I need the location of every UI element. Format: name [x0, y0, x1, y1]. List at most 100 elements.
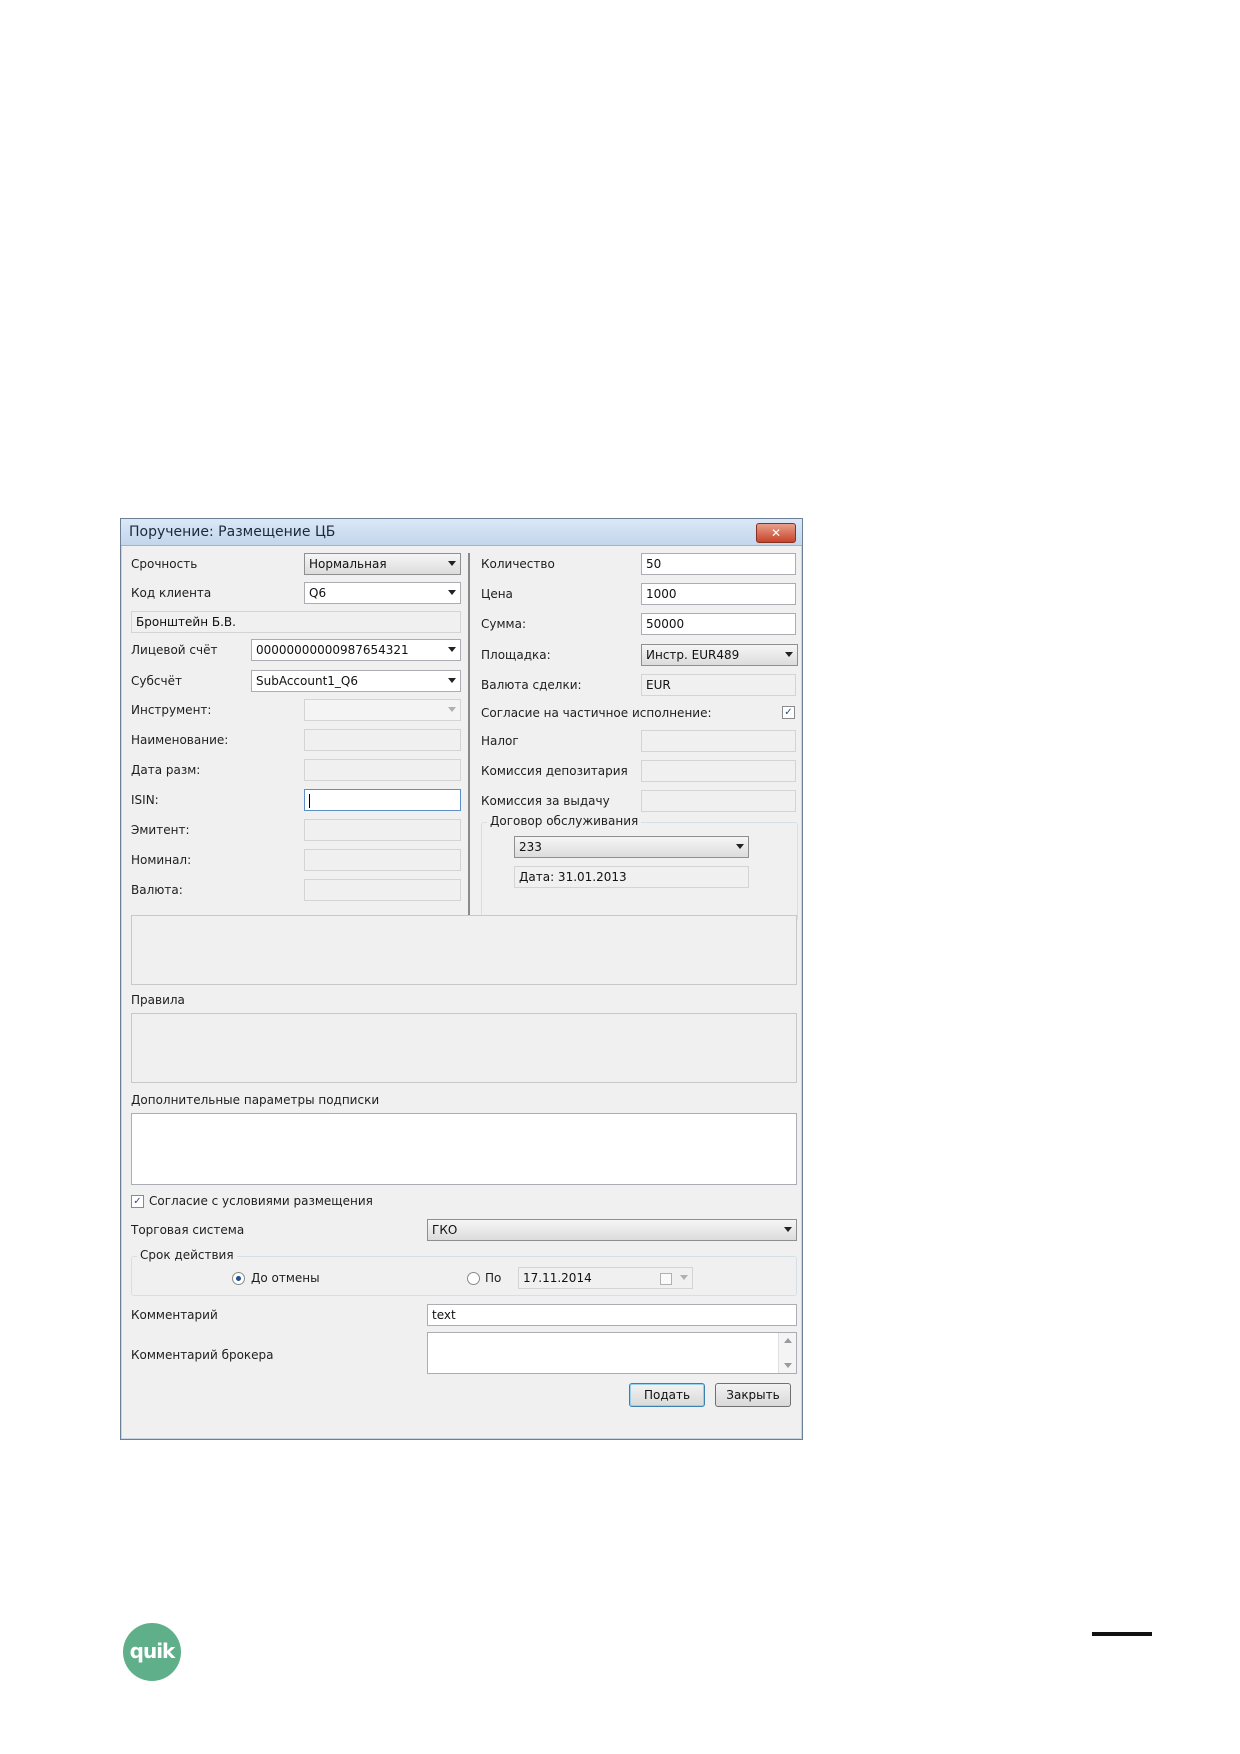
currency-label: Валюта: [131, 883, 183, 897]
contract-value: 233 [519, 840, 542, 854]
chevron-down-icon [785, 652, 793, 657]
rules-area [131, 1013, 797, 1083]
sum-label: Сумма: [481, 617, 526, 631]
client-name-field: Бронштейн Б.В. [131, 611, 461, 633]
chevron-down-icon [448, 678, 456, 683]
close-window-button[interactable]: ✕ [756, 523, 796, 543]
chevron-down-icon [736, 844, 744, 849]
venue-select[interactable]: Инстр. EUR489 [641, 644, 798, 666]
issue-fee-field [641, 790, 796, 812]
client-code-value: Q6 [309, 586, 327, 600]
until-cancel-label: До отмены [251, 1271, 320, 1285]
depository-fee-label: Комиссия депозитария [481, 764, 628, 778]
quantity-label: Количество [481, 557, 555, 571]
quantity-value: 50 [646, 557, 662, 571]
contract-group-title: Договор обслуживания [487, 814, 642, 828]
account-value: 00000000000987654321 [256, 643, 409, 657]
depository-fee-field [641, 760, 796, 782]
scroll-down-icon[interactable] [784, 1363, 792, 1368]
nominal-label: Номинал: [131, 853, 192, 867]
order-dialog: Поручение: Размещение ЦБ ✕ Срочность Нор… [120, 518, 803, 1440]
instrument-label: Инструмент: [131, 703, 212, 717]
until-cancel-radio[interactable] [232, 1272, 245, 1285]
subaccount-select[interactable]: SubAccount1_Q6 [251, 670, 461, 692]
chevron-down-icon [448, 561, 456, 566]
sum-input[interactable]: 50000 [641, 613, 796, 635]
text-cursor [309, 793, 310, 808]
calendar-icon [660, 1273, 672, 1285]
comment-value: text [432, 1308, 456, 1322]
subaccount-label: Субсчёт [131, 674, 182, 688]
venue-label: Площадка: [481, 648, 551, 662]
page-rule [1092, 1632, 1152, 1636]
scroll-up-icon[interactable] [784, 1338, 792, 1343]
placement-date-label: Дата разм: [131, 763, 201, 777]
urgency-value: Нормальная [309, 557, 387, 571]
client-code-label: Код клиента [131, 586, 212, 600]
chevron-down-icon [784, 1227, 792, 1232]
validity-group-title: Срок действия [137, 1248, 237, 1262]
tax-field [641, 730, 796, 752]
nominal-field [304, 849, 461, 871]
validity-groupbox [131, 1256, 797, 1296]
contract-date-value: Дата: 31.01.2013 [519, 870, 627, 884]
account-select[interactable]: 00000000000987654321 [251, 639, 461, 661]
comment-input[interactable]: text [427, 1304, 797, 1326]
quantity-input[interactable]: 50 [641, 553, 796, 575]
partial-execution-checkbox[interactable]: ✓ [782, 706, 795, 719]
urgency-select[interactable]: Нормальная [304, 553, 461, 575]
by-date-value: 17.11.2014 [523, 1271, 592, 1285]
check-icon: ✓ [133, 1196, 142, 1207]
contract-date-field: Дата: 31.01.2013 [514, 866, 749, 888]
urgency-label: Срочность [131, 557, 198, 571]
deal-currency-field: EUR [641, 674, 796, 696]
column-splitter[interactable] [468, 553, 470, 923]
price-value: 1000 [646, 587, 677, 601]
tax-label: Налог [481, 734, 519, 748]
placement-date-field [304, 759, 461, 781]
subaccount-value: SubAccount1_Q6 [256, 674, 359, 688]
comment-label: Комментарий [131, 1308, 218, 1322]
title-bar[interactable]: Поручение: Размещение ЦБ ✕ [121, 519, 802, 546]
submit-button[interactable]: Подать [629, 1383, 705, 1407]
chevron-down-icon [448, 707, 456, 712]
client-code-select[interactable]: Q6 [304, 582, 461, 604]
quik-logo: quik [123, 1623, 181, 1681]
venue-value: Инстр. EUR489 [646, 648, 740, 662]
instrument-select[interactable] [304, 699, 461, 721]
name-label: Наименование: [131, 733, 229, 747]
currency-field [304, 879, 461, 901]
info-area [131, 915, 797, 985]
extra-params-label: Дополнительные параметры подписки [131, 1093, 380, 1107]
vertical-scrollbar[interactable] [778, 1333, 796, 1373]
chevron-down-icon [680, 1275, 688, 1280]
isin-input[interactable] [304, 789, 461, 811]
by-date-picker[interactable]: 17.11.2014 [518, 1267, 693, 1289]
account-label: Лицевой счёт [131, 643, 218, 657]
price-input[interactable]: 1000 [641, 583, 796, 605]
chevron-down-icon [448, 590, 456, 595]
trading-system-value: ГКО [432, 1223, 458, 1237]
sum-value: 50000 [646, 617, 685, 631]
close-button[interactable]: Закрыть [715, 1383, 791, 1407]
check-icon: ✓ [784, 707, 793, 718]
agree-label: Согласие с условиями размещения [149, 1194, 373, 1208]
close-icon: ✕ [770, 526, 782, 540]
deal-currency-value: EUR [646, 678, 671, 692]
issuer-field [304, 819, 461, 841]
trading-system-select[interactable]: ГКО [427, 1219, 797, 1241]
name-field [304, 729, 461, 751]
broker-comment-area[interactable] [427, 1332, 797, 1374]
window-title: Поручение: Размещение ЦБ [129, 524, 336, 540]
by-date-radio[interactable] [467, 1272, 480, 1285]
contract-select[interactable]: 233 [514, 836, 749, 858]
deal-currency-label: Валюта сделки: [481, 678, 582, 692]
broker-comment-label: Комментарий брокера [131, 1348, 274, 1362]
trading-system-label: Торговая система [131, 1223, 245, 1237]
isin-label: ISIN: [131, 793, 159, 807]
partial-execution-label: Согласие на частичное исполнение: [481, 706, 712, 720]
by-label: По [485, 1271, 502, 1285]
price-label: Цена [481, 587, 513, 601]
agree-checkbox[interactable]: ✓ [131, 1195, 144, 1208]
extra-params-area[interactable] [131, 1113, 797, 1185]
